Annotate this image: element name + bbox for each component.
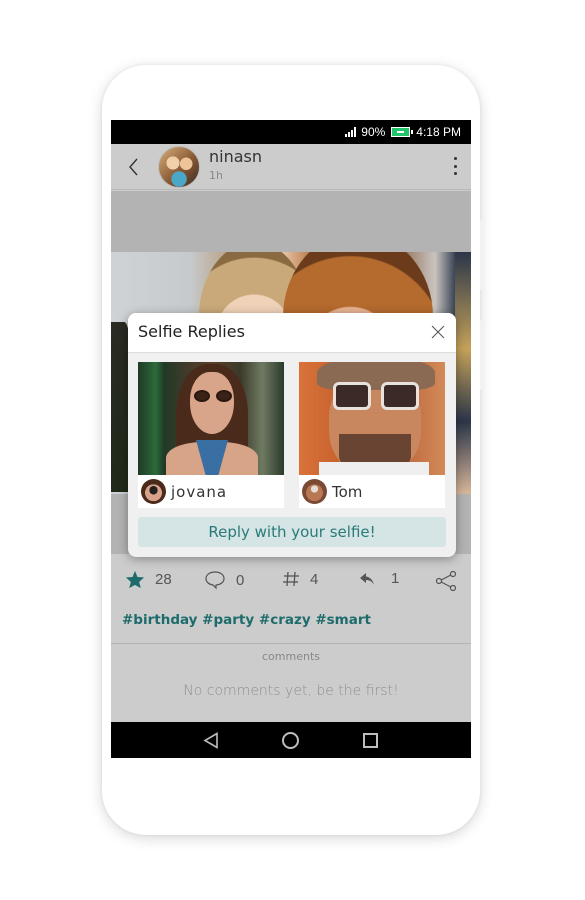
reply-avatar bbox=[141, 479, 166, 504]
no-comments-text: No comments yet, be the first! bbox=[183, 683, 399, 699]
post-header: ninasn 1h bbox=[111, 144, 471, 190]
star-icon bbox=[125, 570, 145, 589]
nav-back-icon[interactable] bbox=[203, 732, 219, 749]
post-time: 1h bbox=[209, 169, 223, 182]
clock: 4:18 PM bbox=[416, 125, 461, 139]
comments-label: comments bbox=[262, 650, 320, 663]
username[interactable]: ninasn bbox=[209, 147, 262, 166]
dialog-header: Selfie Replies bbox=[128, 313, 456, 353]
photo-top-band bbox=[111, 191, 471, 252]
more-options-icon[interactable] bbox=[449, 155, 461, 177]
replies-stat[interactable]: 1 bbox=[359, 570, 399, 587]
divider bbox=[111, 643, 471, 644]
nav-home-icon[interactable] bbox=[282, 732, 299, 749]
hashtags-count: 4 bbox=[310, 570, 319, 588]
battery-icon bbox=[391, 127, 414, 137]
user-avatar[interactable] bbox=[158, 146, 200, 188]
hashtags[interactable]: #birthday #party #crazy #smart bbox=[122, 612, 371, 628]
android-nav-bar bbox=[111, 722, 471, 758]
reply-with-selfie-button[interactable]: Reply with your selfie! bbox=[138, 517, 446, 547]
reply-avatar bbox=[302, 479, 327, 504]
stats-bar: 28 0 4 1 bbox=[111, 554, 471, 610]
reply-arrow-icon bbox=[360, 572, 374, 585]
back-arrow-icon[interactable] bbox=[125, 156, 143, 178]
selfie-replies-dialog: Selfie Replies jovana Tom Reply with you… bbox=[128, 313, 456, 557]
selfie-reply-card[interactable]: jovana bbox=[138, 362, 284, 508]
likes-stat[interactable]: 28 bbox=[125, 570, 172, 589]
hashtags-stat[interactable]: 4 bbox=[282, 570, 318, 588]
selfie-reply-card[interactable]: Tom bbox=[299, 362, 445, 508]
battery-percent: 90% bbox=[361, 125, 386, 139]
comment-bubble-icon bbox=[205, 571, 225, 590]
comments-count: 0 bbox=[236, 571, 245, 589]
share-icon[interactable] bbox=[435, 570, 457, 592]
reply-username: jovana bbox=[171, 482, 228, 501]
dialog-title: Selfie Replies bbox=[138, 322, 245, 341]
power-button bbox=[480, 320, 483, 390]
likes-count: 28 bbox=[155, 571, 172, 588]
replies-count: 1 bbox=[391, 570, 400, 587]
hashtag-icon bbox=[283, 571, 299, 587]
comments-stat[interactable]: 0 bbox=[204, 570, 244, 590]
volume-button bbox=[480, 220, 483, 290]
close-icon[interactable] bbox=[431, 325, 445, 339]
nav-recents-icon[interactable] bbox=[363, 733, 378, 748]
reply-username: Tom bbox=[332, 482, 363, 501]
selfie-photo[interactable] bbox=[299, 362, 445, 475]
selfie-photo[interactable] bbox=[138, 362, 284, 475]
status-bar: 90% 4:18 PM bbox=[111, 120, 471, 144]
signal-icon bbox=[345, 127, 357, 137]
